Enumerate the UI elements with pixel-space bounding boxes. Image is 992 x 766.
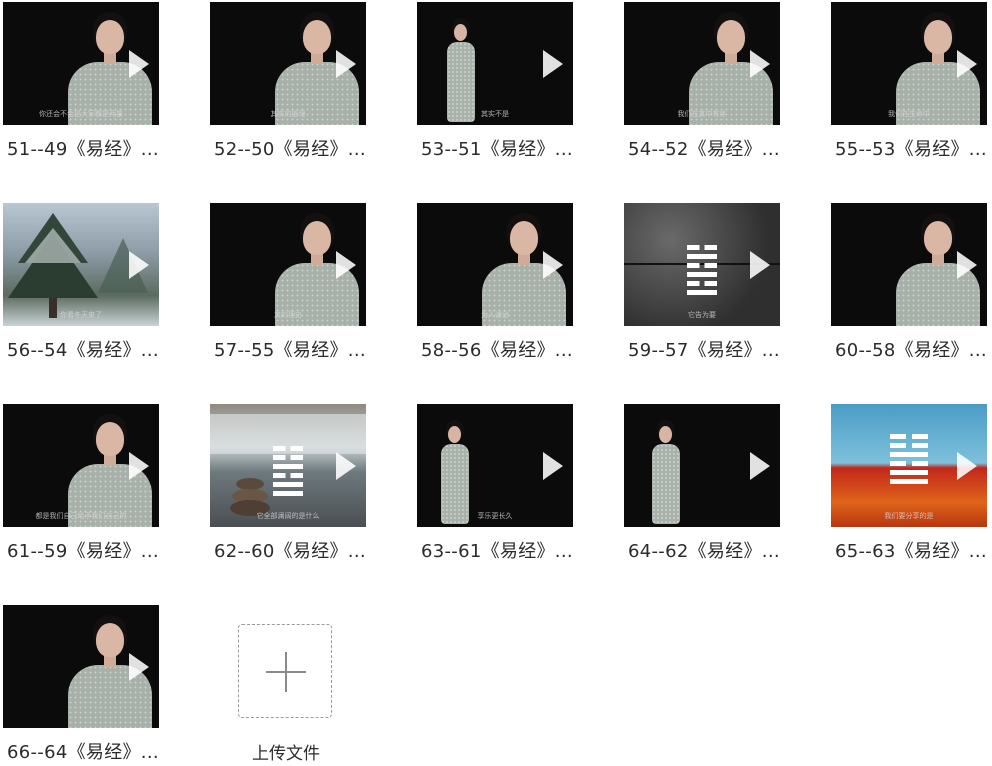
play-icon[interactable]: [750, 451, 770, 480]
video-title[interactable]: 62--60《易经》...: [214, 537, 374, 563]
video-title[interactable]: 65--63《易经》...: [835, 537, 992, 563]
video-caption: 我们要分享的是: [884, 512, 934, 520]
plus-icon: [285, 652, 287, 692]
play-icon[interactable]: [957, 49, 977, 78]
video-caption: 它全部澜阔的是什么: [256, 512, 320, 520]
video-title[interactable]: 56--54《易经》...: [7, 336, 167, 362]
video-thumbnail[interactable]: 我们在生命中: [831, 2, 987, 125]
video-title[interactable]: 52--50《易经》...: [214, 135, 374, 161]
video-title[interactable]: 64--62《易经》...: [628, 537, 788, 563]
play-icon[interactable]: [336, 49, 356, 78]
play-icon[interactable]: [750, 49, 770, 78]
play-icon[interactable]: [129, 451, 149, 480]
video-thumbnail[interactable]: 其实的道理: [210, 2, 366, 125]
presenter-figure: [435, 404, 475, 527]
hexagram-icon: [890, 434, 928, 488]
video-thumbnail[interactable]: [831, 203, 987, 326]
video-thumbnail[interactable]: 其实不是: [417, 2, 573, 125]
play-icon[interactable]: [129, 250, 149, 279]
upload-file-label[interactable]: 上传文件: [238, 739, 334, 764]
play-icon[interactable]: [129, 652, 149, 681]
video-thumbnail[interactable]: 它告为要: [624, 203, 780, 326]
video-title[interactable]: 66--64《易经》...: [7, 738, 167, 764]
video-thumbnail[interactable]: 都是我们自己给予我们自己的: [3, 404, 159, 527]
video-caption: 你看冬天来了: [60, 311, 102, 319]
video-thumbnail[interactable]: 我们要分享的是: [831, 404, 987, 527]
video-caption: 为人谦逊: [481, 311, 509, 319]
presenter-figure: [646, 404, 686, 527]
video-thumbnail[interactable]: 享乐更长久: [417, 404, 573, 527]
video-title[interactable]: 58--56《易经》...: [421, 336, 581, 362]
video-title[interactable]: 51--49《易经》...: [7, 135, 167, 161]
video-thumbnail[interactable]: [3, 605, 159, 728]
video-title[interactable]: 63--61《易经》...: [421, 537, 581, 563]
video-caption: 其的理由: [274, 311, 302, 319]
play-icon[interactable]: [957, 250, 977, 279]
video-caption: 你还会不会是大家都是两量: [39, 110, 123, 118]
video-caption: 享乐更长久: [477, 512, 513, 520]
video-title[interactable]: 57--55《易经》...: [214, 336, 374, 362]
play-icon[interactable]: [129, 49, 149, 78]
play-icon[interactable]: [543, 451, 563, 480]
video-caption: 其实不是: [481, 110, 509, 118]
video-thumbnail[interactable]: 你看冬天来了: [3, 203, 159, 326]
video-title[interactable]: 60--58《易经》...: [835, 336, 992, 362]
video-thumbnail[interactable]: 你还会不会是大家都是两量: [3, 2, 159, 125]
video-thumbnail[interactable]: 我们在其中有序: [624, 2, 780, 125]
play-icon[interactable]: [543, 49, 563, 78]
video-caption: 其实的道理: [270, 110, 306, 118]
video-title[interactable]: 61--59《易经》...: [7, 537, 167, 563]
play-icon[interactable]: [750, 250, 770, 279]
video-thumbnail[interactable]: 为人谦逊: [417, 203, 573, 326]
video-caption: 我们在其中有序: [677, 110, 727, 118]
hexagram-icon: [273, 446, 303, 500]
video-title[interactable]: 59--57《易经》...: [628, 336, 788, 362]
video-thumbnail[interactable]: [624, 404, 780, 527]
video-thumbnail[interactable]: 其的理由: [210, 203, 366, 326]
upload-file-button[interactable]: [238, 624, 332, 718]
play-icon[interactable]: [336, 451, 356, 480]
video-caption: 都是我们自己给予我们自己的: [35, 512, 127, 520]
play-icon[interactable]: [336, 250, 356, 279]
play-icon[interactable]: [543, 250, 563, 279]
play-icon[interactable]: [957, 451, 977, 480]
video-title[interactable]: 54--52《易经》...: [628, 135, 788, 161]
presenter-figure: [441, 2, 481, 125]
video-caption: 我们在生命中: [888, 110, 930, 118]
video-title[interactable]: 53--51《易经》...: [421, 135, 581, 161]
video-thumbnail[interactable]: 它全部澜阔的是什么: [210, 404, 366, 527]
video-title[interactable]: 55--53《易经》...: [835, 135, 992, 161]
video-caption: 它告为要: [688, 311, 716, 319]
hexagram-icon: [687, 245, 717, 299]
